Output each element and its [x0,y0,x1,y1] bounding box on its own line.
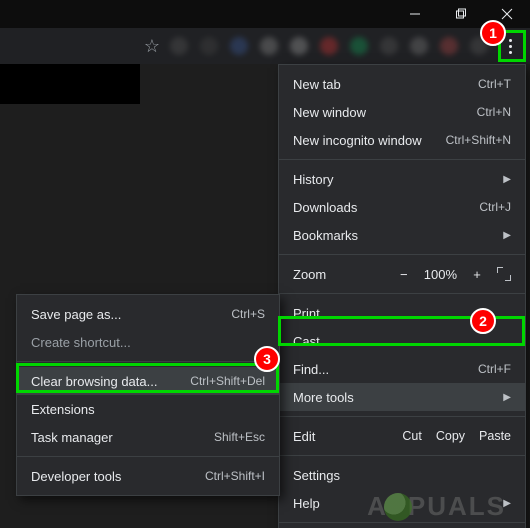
menu-item-new-incognito[interactable]: New incognito window Ctrl+Shift+N [279,126,525,154]
menu-item-edit: Edit Cut Copy Paste [279,422,525,450]
zoom-value: 100% [424,267,457,282]
menu-separator [279,522,525,523]
zoom-label: Zoom [293,267,398,282]
menu-label: Settings [293,468,511,483]
menu-item-find[interactable]: Find... Ctrl+F [279,355,525,383]
menu-label: Bookmarks [293,228,483,243]
edit-cut-button[interactable]: Cut [402,429,421,443]
menu-item-new-tab[interactable]: New tab Ctrl+T [279,70,525,98]
minimize-icon [409,8,421,20]
menu-label: New tab [293,77,454,92]
menu-label: Task manager [31,430,190,445]
menu-separator [17,456,279,457]
maximize-icon [455,8,467,20]
chrome-main-menu: New tab Ctrl+T New window Ctrl+N New inc… [278,64,526,528]
menu-item-history[interactable]: History ▶ [279,165,525,193]
window-maximize-button[interactable] [438,0,484,28]
menu-label: New window [293,105,453,120]
watermark-logo-icon [384,493,412,521]
menu-label: Extensions [31,402,265,417]
menu-item-print[interactable]: Print... [279,299,525,327]
submenu-item-developer-tools[interactable]: Developer tools Ctrl+Shift+I [17,462,279,490]
menu-label: Clear browsing data... [31,374,166,389]
edit-copy-button[interactable]: Copy [436,429,465,443]
edit-paste-button[interactable]: Paste [479,429,511,443]
menu-shortcut: Ctrl+Shift+I [205,469,265,483]
menu-shortcut: Ctrl+Shift+N [446,133,511,147]
menu-item-new-window[interactable]: New window Ctrl+N [279,98,525,126]
menu-item-more-tools[interactable]: More tools ▶ [279,383,525,411]
window-close-button[interactable] [484,0,530,28]
browser-toolbar: ☆ [0,28,530,64]
menu-label: New incognito window [293,133,422,148]
menu-label: Save page as... [31,307,207,322]
menu-shortcut: Ctrl+F [478,362,511,376]
edit-label: Edit [293,429,388,444]
menu-label: Find... [293,362,454,377]
menu-item-bookmarks[interactable]: Bookmarks ▶ [279,221,525,249]
menu-label: Cast... [293,334,511,349]
menu-label: Create shortcut... [31,335,265,350]
menu-separator [279,254,525,255]
menu-label: Print... [293,306,511,321]
more-tools-submenu: Save page as... Ctrl+S Create shortcut..… [16,294,280,496]
menu-label: More tools [293,390,483,405]
submenu-item-create-shortcut[interactable]: Create shortcut... [17,328,279,356]
chevron-right-icon: ▶ [503,230,511,241]
menu-shortcut: Shift+Esc [214,430,265,444]
close-icon [501,8,513,20]
watermark-appuals: A PUALS [367,491,506,522]
menu-separator [279,159,525,160]
menu-item-cast[interactable]: Cast... [279,327,525,355]
menu-label: History [293,172,483,187]
zoom-out-button[interactable]: − [398,267,410,282]
menu-shortcut: Ctrl+J [479,200,511,214]
menu-shortcut: Ctrl+T [478,77,511,91]
submenu-item-extensions[interactable]: Extensions [17,395,279,423]
menu-item-settings[interactable]: Settings [279,461,525,489]
menu-item-zoom: Zoom − 100% + [279,260,525,288]
chevron-right-icon: ▶ [503,392,511,403]
menu-item-downloads[interactable]: Downloads Ctrl+J [279,193,525,221]
menu-separator [279,293,525,294]
page-dark-strip [0,64,140,104]
menu-separator [279,455,525,456]
menu-shortcut: Ctrl+S [231,307,265,321]
bookmark-star-icon[interactable]: ☆ [144,36,160,57]
menu-separator [17,361,279,362]
extension-icons-cluster [170,37,488,55]
window-minimize-button[interactable] [392,0,438,28]
watermark-text-post: PUALS [408,491,506,522]
menu-label: Developer tools [31,469,181,484]
chevron-right-icon: ▶ [503,174,511,185]
submenu-item-save-page[interactable]: Save page as... Ctrl+S [17,300,279,328]
submenu-item-task-manager[interactable]: Task manager Shift+Esc [17,423,279,451]
menu-separator [279,416,525,417]
chrome-menu-button[interactable] [498,34,522,58]
submenu-item-clear-browsing-data[interactable]: Clear browsing data... Ctrl+Shift+Del [17,367,279,395]
menu-shortcut: Ctrl+N [477,105,511,119]
fullscreen-icon[interactable] [497,267,511,281]
menu-shortcut: Ctrl+Shift+Del [190,374,265,388]
menu-label: Downloads [293,200,455,215]
zoom-in-button[interactable]: + [471,267,483,282]
